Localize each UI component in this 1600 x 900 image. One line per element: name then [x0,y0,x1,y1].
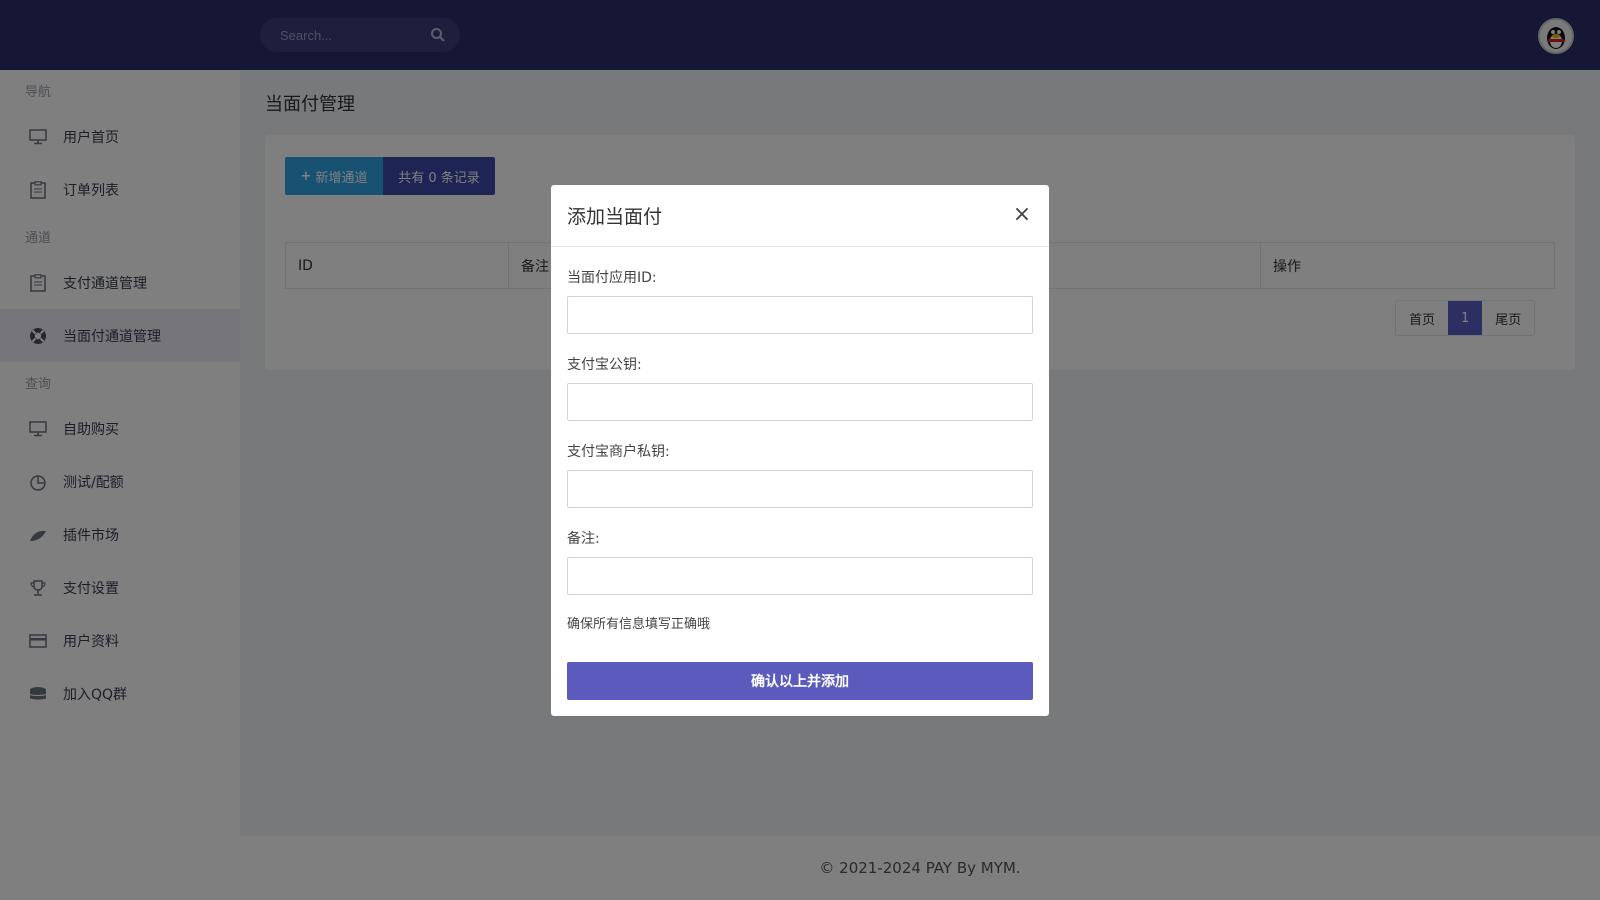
alipay-public-key-label: 支付宝公钥: [567,357,642,373]
form-group-private-key: 支付宝商户私钥: [567,441,1033,508]
add-f2f-modal: 添加当面付 × 当面付应用ID: 支付宝公钥: 支付宝商户私钥: 备注: 确保所… [551,185,1049,716]
close-icon[interactable]: × [1011,202,1033,227]
merchant-private-key-input[interactable] [567,470,1033,508]
remark-label: 备注: [567,531,600,547]
form-group-remark: 备注: [567,528,1033,595]
form-group-app-id: 当面付应用ID: [567,267,1033,334]
modal-header: 添加当面付 × [551,185,1049,247]
modal-title: 添加当面付 [567,207,663,228]
modal-body: 当面付应用ID: 支付宝公钥: 支付宝商户私钥: 备注: 确保所有信息填写正确哦… [551,267,1049,700]
app-id-label: 当面付应用ID: [567,270,657,286]
confirm-add-button[interactable]: 确认以上并添加 [567,662,1033,700]
app-id-input[interactable] [567,296,1033,334]
form-group-public-key: 支付宝公钥: [567,354,1033,421]
remark-input[interactable] [567,557,1033,595]
merchant-private-key-label: 支付宝商户私钥: [567,444,670,460]
hint-text: 确保所有信息填写正确哦 [567,617,711,632]
alipay-public-key-input[interactable] [567,383,1033,421]
